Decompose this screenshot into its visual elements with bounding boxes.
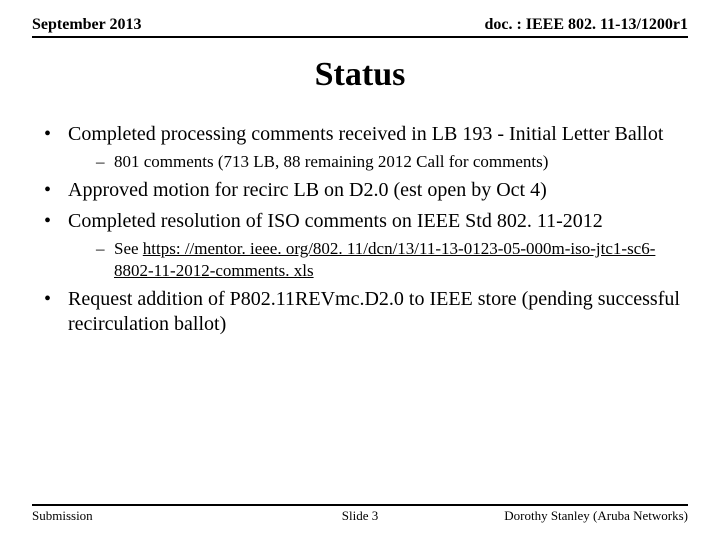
slide-content: Completed processing comments received i… [32, 122, 688, 337]
bullet-item: Approved motion for recirc LB on D2.0 (e… [32, 178, 688, 203]
sub-bullet-list: See https: //mentor. ieee. org/802. 11/d… [68, 238, 688, 281]
bullet-list: Completed processing comments received i… [32, 122, 688, 337]
footer-left: Submission [32, 508, 93, 524]
bullet-text: Completed resolution of ISO comments on … [68, 210, 603, 232]
slide-header: September 2013 doc. : IEEE 802. 11-13/12… [32, 16, 688, 38]
slide-title: Status [32, 56, 688, 94]
header-docnum: doc. : IEEE 802. 11-13/1200r1 [484, 16, 688, 34]
link[interactable]: https: //mentor. ieee. org/802. 11/dcn/1… [114, 239, 655, 279]
slide-footer: Submission Slide 3 Dorothy Stanley (Arub… [32, 504, 688, 524]
header-date: September 2013 [32, 16, 141, 34]
bullet-item: Request addition of P802.11REVmc.D2.0 to… [32, 287, 688, 337]
slide: September 2013 doc. : IEEE 802. 11-13/12… [0, 0, 720, 540]
sub-bullet-item: 801 comments (713 LB, 88 remaining 2012 … [68, 151, 688, 172]
sub-bullet-prefix: See [114, 239, 143, 258]
bullet-text: Request addition of P802.11REVmc.D2.0 to… [68, 288, 680, 335]
sub-bullet-text: 801 comments (713 LB, 88 remaining 2012 … [114, 152, 548, 171]
bullet-item: Completed processing comments received i… [32, 122, 688, 172]
bullet-text: Approved motion for recirc LB on D2.0 (e… [68, 179, 547, 201]
footer-right: Dorothy Stanley (Aruba Networks) [504, 508, 688, 524]
sub-bullet-item: See https: //mentor. ieee. org/802. 11/d… [68, 238, 688, 281]
sub-bullet-list: 801 comments (713 LB, 88 remaining 2012 … [68, 151, 688, 172]
bullet-item: Completed resolution of ISO comments on … [32, 209, 688, 281]
bullet-text: Completed processing comments received i… [68, 123, 663, 145]
